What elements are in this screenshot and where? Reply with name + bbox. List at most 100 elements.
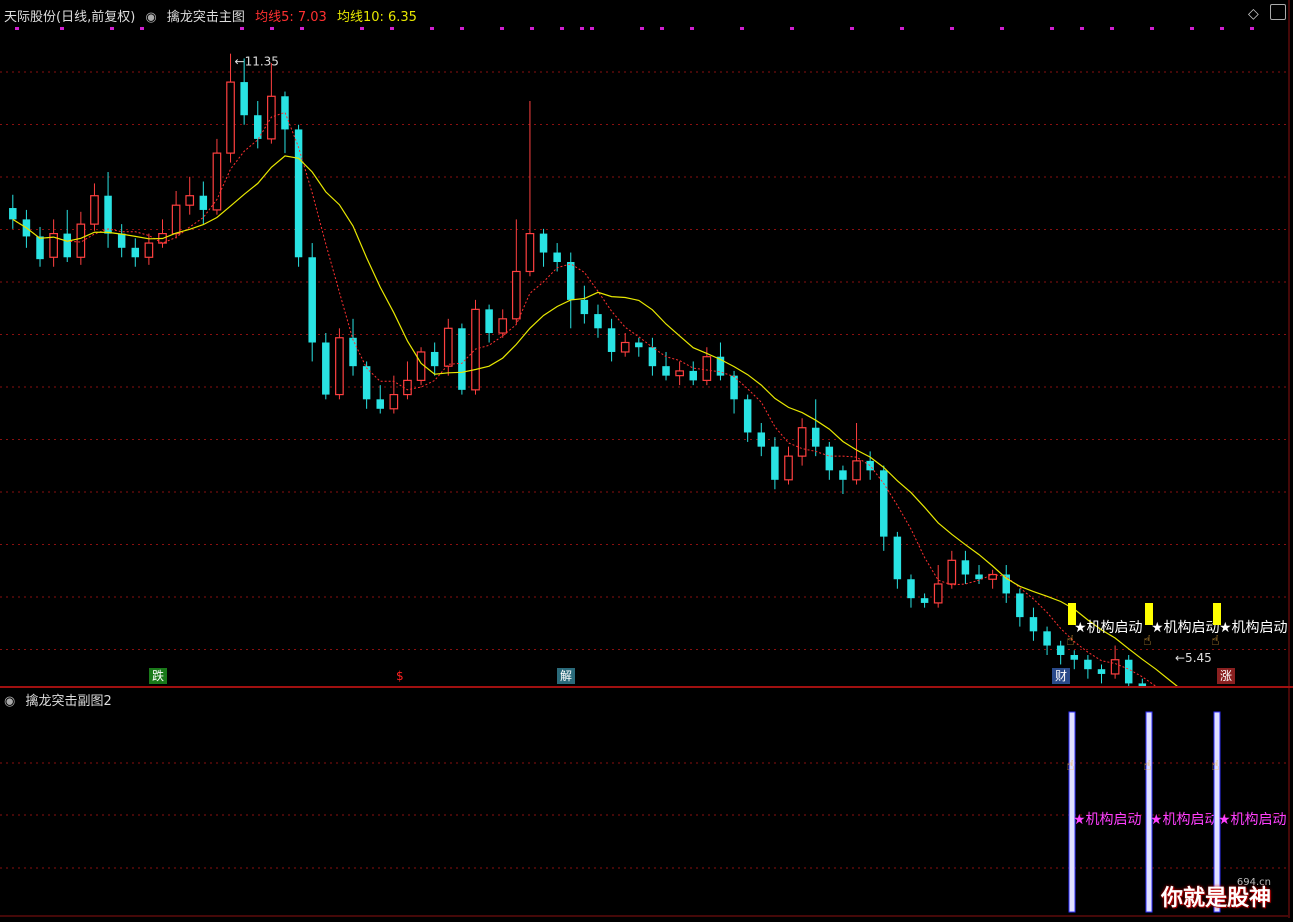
candle-body bbox=[171, 204, 181, 235]
sub-signal-label: ★机构启动 bbox=[1073, 812, 1142, 828]
marker-dot bbox=[1080, 27, 1084, 30]
sub-signal-label: ★机构启动 bbox=[1150, 812, 1219, 828]
candle-body bbox=[648, 347, 657, 367]
candle-body bbox=[9, 208, 17, 220]
candle-body bbox=[498, 318, 508, 334]
candle-body bbox=[1124, 659, 1133, 684]
candle-body bbox=[1016, 593, 1024, 618]
candle-body bbox=[185, 195, 195, 206]
candle-body bbox=[852, 460, 861, 481]
marker-dot bbox=[950, 27, 954, 30]
marker-dot bbox=[1250, 27, 1254, 30]
candle-body bbox=[403, 379, 412, 396]
sub-header: ◉ 擒龙突击副图2 bbox=[4, 690, 118, 709]
candle-body bbox=[675, 370, 684, 377]
marker-dot bbox=[140, 27, 144, 30]
watermark-logo: 你就是股神 bbox=[1160, 886, 1271, 911]
candle-body bbox=[416, 351, 426, 381]
candle-body bbox=[240, 82, 248, 116]
candle-body bbox=[866, 460, 874, 471]
marker-dot bbox=[530, 27, 534, 30]
marker-dot bbox=[1190, 27, 1194, 30]
marker-dot bbox=[850, 27, 854, 30]
marker-dot bbox=[580, 27, 584, 30]
marker-dot bbox=[1000, 27, 1004, 30]
candle-body bbox=[839, 470, 847, 480]
candle-body bbox=[689, 370, 697, 381]
candle-body bbox=[144, 242, 154, 258]
candle-body bbox=[961, 560, 970, 575]
collapse-icon[interactable]: ◉ bbox=[145, 10, 156, 25]
signal-label: ★机构启动 bbox=[1219, 620, 1288, 636]
marker-dot bbox=[240, 27, 244, 30]
marker-dot bbox=[590, 27, 594, 30]
marker-dot bbox=[1110, 27, 1114, 30]
diamond-icon[interactable]: ◇ bbox=[1248, 6, 1259, 22]
sub-chart-svg[interactable]: ☝ ★机构启动 ☝ ★机构启动 ☝ ★机构启动 bbox=[0, 688, 1293, 918]
candle-body bbox=[811, 427, 820, 447]
marker-dot bbox=[690, 27, 694, 30]
marker-dot bbox=[660, 27, 664, 30]
candle-body bbox=[662, 366, 670, 376]
candle-body bbox=[430, 351, 439, 367]
maximize-icon[interactable] bbox=[1270, 4, 1286, 20]
sub-signal-label: ★机构启动 bbox=[1218, 812, 1287, 828]
candle-body bbox=[975, 574, 983, 580]
candle-body bbox=[104, 195, 112, 234]
event-tag-dollar[interactable]: $ bbox=[393, 668, 407, 684]
candle-body bbox=[226, 81, 235, 154]
marker-dot bbox=[1150, 27, 1154, 30]
candle-body bbox=[567, 262, 575, 300]
candle-body bbox=[294, 129, 303, 258]
ma5-label: 均线5: 7.03 bbox=[255, 10, 327, 25]
chart-header: 天际股份(日线,前复权) ◉ 擒龙突击主图 均线5: 7.03 均线10: 6.… bbox=[4, 6, 423, 25]
marker-dot bbox=[110, 27, 114, 30]
event-tag-fall[interactable]: 跌 bbox=[149, 668, 168, 684]
marker-dot bbox=[360, 27, 364, 30]
candle-body bbox=[349, 337, 357, 367]
candle-body bbox=[620, 341, 630, 353]
indicator-name: 擒龙突击主图 bbox=[166, 10, 245, 25]
sub-chart-panel[interactable]: ☝ ★机构启动 ☝ ★机构启动 ☝ ★机构启动 ◉ 擒龙突击副图2 694.cn 你就是股… bbox=[0, 688, 1293, 918]
candle-body bbox=[607, 328, 616, 352]
sub-collapse-icon[interactable]: ◉ bbox=[4, 694, 15, 709]
low-price-label: ←5.45 bbox=[1175, 651, 1212, 665]
sub-title: 擒龙突击副图2 bbox=[25, 694, 112, 709]
candle-body bbox=[443, 327, 453, 367]
ma10-line bbox=[12, 155, 1252, 745]
candle-body bbox=[893, 536, 902, 580]
marker-dot bbox=[640, 27, 644, 30]
sub-pointer-hand-icon: ☝ bbox=[1143, 758, 1152, 774]
event-tag-finance[interactable]: 财 bbox=[1052, 668, 1071, 684]
marker-dot bbox=[500, 27, 504, 30]
candle-body bbox=[485, 309, 493, 334]
candle-body bbox=[212, 152, 222, 211]
candle-body bbox=[539, 233, 548, 253]
candle-body bbox=[131, 247, 140, 258]
candle-body bbox=[594, 314, 602, 329]
candle-body bbox=[553, 252, 561, 263]
candle-body bbox=[117, 233, 126, 248]
marker-dot bbox=[460, 27, 464, 30]
candle-body bbox=[743, 399, 752, 433]
marker-dot bbox=[60, 27, 64, 30]
candle-body bbox=[797, 427, 807, 457]
candle-body bbox=[308, 257, 316, 343]
candle-body bbox=[376, 399, 384, 409]
event-tag-unlock[interactable]: 解 bbox=[557, 668, 576, 684]
candle-body bbox=[199, 195, 208, 210]
candle-body bbox=[933, 583, 943, 604]
main-chart-svg[interactable]: ←11.35 ←5.45 ☝ ★机构启动 ☝ ★机构启动 ☝ ★机构启动 bbox=[0, 0, 1293, 798]
candle-body bbox=[907, 579, 915, 599]
ma5-line bbox=[12, 111, 1252, 771]
candle-body bbox=[1056, 645, 1065, 655]
candle-body bbox=[389, 393, 399, 410]
ma10-label: 均线10: 6.35 bbox=[336, 10, 417, 25]
main-chart-panel[interactable]: ←11.35 ←5.45 ☝ ★机构启动 ☝ ★机构启动 ☝ ★机构启动 天际股份(日线,前复… bbox=[0, 0, 1293, 798]
signal-label: ★机构启动 bbox=[1151, 620, 1220, 636]
marker-dot bbox=[15, 27, 19, 30]
candle-body bbox=[525, 232, 535, 273]
event-tag-rise[interactable]: 涨 bbox=[1217, 668, 1236, 684]
high-price-label: ←11.35 bbox=[235, 55, 279, 69]
candle-body bbox=[36, 236, 44, 260]
